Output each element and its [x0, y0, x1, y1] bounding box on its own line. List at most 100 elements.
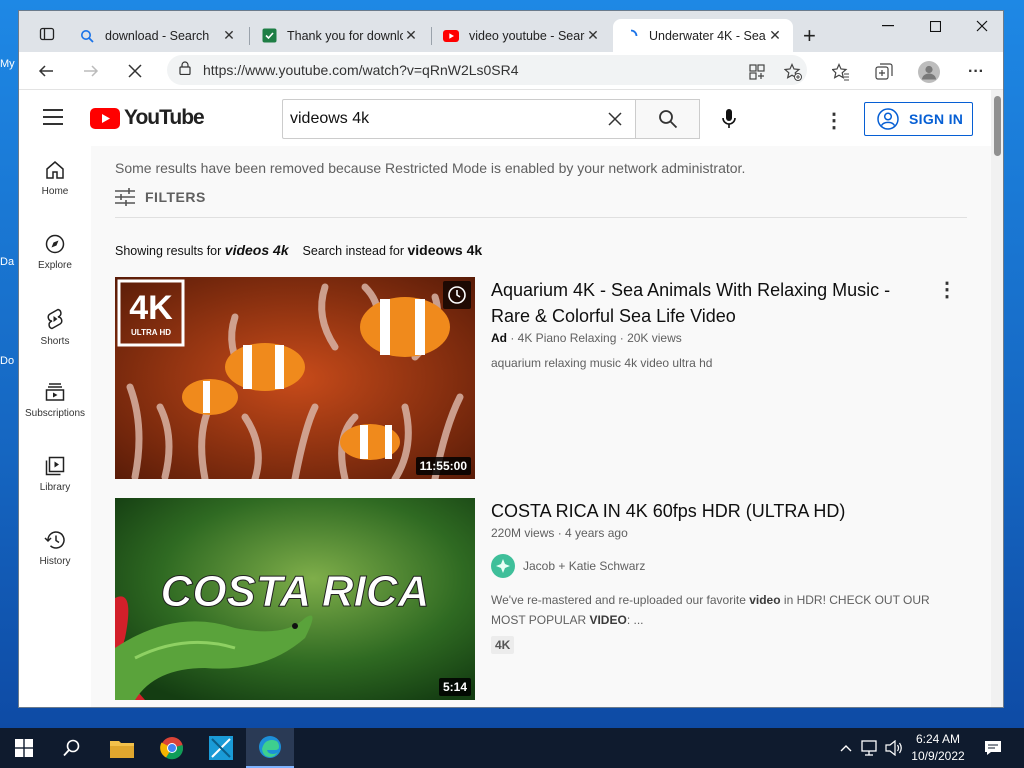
video-metadata: 220M views · 4 years ago — [491, 526, 628, 540]
edge-browser-window: download - Search ✕ Thank you for downlo… — [18, 10, 1004, 708]
collections-icon[interactable] — [872, 60, 896, 84]
tab-actions-button[interactable] — [31, 19, 67, 52]
video-title[interactable]: Aquarium 4K - Sea Animals With Relaxing … — [491, 277, 931, 329]
sidebar-item-label: Library — [39, 482, 71, 493]
desktop-icon-label[interactable]: Da — [0, 256, 18, 268]
channel-row[interactable]: Jacob + Katie Schwarz — [491, 554, 645, 578]
filters-label: FILTERS — [145, 189, 206, 205]
video-title[interactable]: COSTA RICA IN 4K 60fps HDR (ULTRA HD) — [491, 498, 931, 524]
lock-icon[interactable] — [179, 60, 191, 80]
view-count: 20K views — [627, 331, 682, 345]
notifications-icon[interactable] — [978, 728, 1008, 768]
windows-taskbar: 6:24 AM 10/9/2022 — [0, 728, 1024, 768]
sidebar-item-library[interactable]: Library — [19, 442, 91, 516]
showing-prefix: Showing results for — [115, 244, 222, 258]
close-tab-icon[interactable]: ✕ — [585, 27, 601, 44]
video-description: aquarium relaxing music 4k video ultra h… — [491, 356, 713, 370]
search-icon — [63, 739, 80, 757]
youtube-header: YouTube videows 4k ⋮ SIGN IN — [19, 90, 991, 146]
file-explorer-taskbar-icon[interactable] — [98, 728, 146, 768]
tab-download-search[interactable]: download - Search ✕ — [69, 19, 247, 52]
url-bar[interactable]: https://www.youtube.com/watch?v=qRnW2Ls0… — [167, 55, 807, 85]
sidebar-item-subscriptions[interactable]: Subscriptions — [19, 368, 91, 442]
edge-taskbar-icon[interactable] — [246, 728, 294, 768]
more-options-icon[interactable]: ⋮ — [822, 108, 846, 132]
channel-avatar[interactable] — [491, 554, 515, 578]
description-highlight: VIDEO — [589, 613, 627, 627]
url-text[interactable]: https://www.youtube.com/watch?v=qRnW2Ls0… — [203, 62, 519, 78]
clear-search-button[interactable] — [595, 100, 635, 138]
account-icon — [877, 108, 899, 130]
snipping-tool-taskbar-icon[interactable] — [197, 728, 245, 768]
description-highlight: video — [749, 593, 781, 607]
search-button[interactable] — [636, 99, 700, 139]
subscriptions-icon — [45, 383, 65, 401]
clock-time: 6:24 AM — [915, 732, 961, 746]
chrome-taskbar-icon[interactable] — [148, 728, 196, 768]
menu-icon[interactable] — [43, 109, 63, 125]
sidebar-item-history[interactable]: History — [19, 516, 91, 590]
sidebar-item-shorts[interactable]: Shorts — [19, 294, 91, 368]
close-window-button[interactable] — [959, 11, 1003, 41]
close-tab-icon[interactable]: ✕ — [767, 27, 783, 44]
quality-tag: 4K — [491, 636, 515, 654]
address-toolbar: https://www.youtube.com/watch?v=qRnW2Ls0… — [19, 52, 1003, 90]
back-button[interactable] — [31, 57, 61, 85]
description-part: : ... — [626, 613, 644, 627]
tab-title: Underwater 4K - Sea a — [649, 28, 767, 43]
page-scrollbar[interactable] — [991, 90, 1003, 707]
settings-more-icon[interactable]: ··· — [964, 60, 988, 84]
youtube-logo[interactable]: YouTube — [90, 106, 205, 130]
video-duration: 11:55:00 — [415, 457, 471, 475]
new-tab-button[interactable]: + — [797, 19, 827, 52]
scrollbar-thumb[interactable] — [994, 96, 1001, 156]
close-tab-icon[interactable]: ✕ — [403, 27, 419, 44]
tab-underwater-active[interactable]: Underwater 4K - Sea a ✕ — [613, 19, 793, 52]
tab-actions-icon — [39, 26, 55, 45]
favorites-icon[interactable] — [829, 60, 853, 84]
apps-icon[interactable] — [745, 60, 769, 84]
history-icon — [44, 531, 65, 549]
forward-button[interactable] — [76, 57, 106, 85]
system-clock[interactable]: 6:24 AM 10/9/2022 — [900, 731, 976, 765]
minimize-button[interactable] — [865, 11, 911, 41]
corrected-query-link[interactable]: videos 4k — [225, 242, 289, 258]
green-doc-icon — [261, 28, 277, 44]
view-count: 220M views — [491, 526, 555, 540]
tab-title: Thank you for downlo — [287, 28, 403, 43]
network-icon[interactable] — [858, 728, 882, 768]
show-hidden-icons-chevron-icon[interactable] — [834, 728, 858, 768]
instead-prefix: Search instead for — [302, 244, 404, 258]
video-more-options-icon[interactable]: ⋮ — [935, 277, 959, 301]
video-thumbnail[interactable]: COSTA RICA 5:14 — [115, 498, 475, 700]
desktop-icon-label[interactable]: My — [0, 58, 18, 70]
tab-thank-you[interactable]: Thank you for downlo ✕ — [251, 19, 429, 52]
compass-icon — [45, 234, 65, 254]
video-duration: 5:14 — [438, 678, 471, 696]
sign-in-button[interactable]: SIGN IN — [864, 102, 973, 136]
search-input-text[interactable]: videows 4k — [290, 110, 595, 128]
sidebar-item-explore[interactable]: Explore — [19, 220, 91, 294]
add-favorite-icon[interactable] — [781, 60, 805, 84]
filters-button[interactable]: FILTERS — [115, 188, 206, 206]
taskbar-search-button[interactable] — [48, 728, 96, 768]
voice-search-button[interactable] — [709, 99, 749, 139]
sidebar-item-home[interactable]: Home — [19, 146, 91, 220]
search-input[interactable]: videows 4k — [282, 99, 636, 139]
desktop-icon-label[interactable]: Do — [0, 355, 18, 367]
channel-name[interactable]: 4K Piano Relaxing — [518, 331, 617, 345]
maximize-button[interactable] — [912, 11, 958, 41]
video-thumbnail[interactable]: 4K ULTRA HD 11:55:00 — [115, 277, 475, 479]
channel-name[interactable]: Jacob + Katie Schwarz — [523, 559, 645, 573]
close-tab-icon[interactable]: ✕ — [221, 27, 237, 44]
thumb-badge-4k: 4K — [129, 289, 173, 327]
description-part: We've re-mastered and re-uploaded our fa… — [491, 593, 750, 607]
tab-video-youtube-search[interactable]: video youtube - Searc ✕ — [433, 19, 611, 52]
original-query-link[interactable]: videows 4k — [407, 242, 482, 258]
profile-avatar-icon[interactable] — [917, 60, 941, 84]
start-button[interactable] — [0, 728, 48, 768]
sign-in-label: SIGN IN — [909, 111, 964, 127]
loading-spinner-icon — [623, 28, 639, 44]
stop-loading-button[interactable] — [120, 57, 150, 85]
home-icon — [46, 161, 64, 179]
